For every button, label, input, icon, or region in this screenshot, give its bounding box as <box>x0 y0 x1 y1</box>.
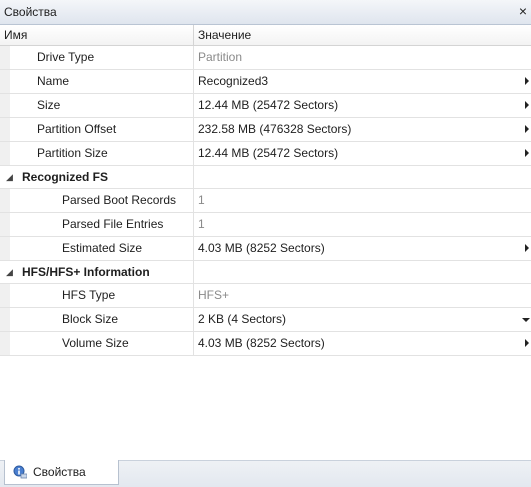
row-gutter <box>0 142 10 165</box>
row-gutter <box>0 118 10 141</box>
row-divider <box>193 118 194 141</box>
property-value[interactable]: 4.03 MB (8252 Sectors) <box>198 241 325 255</box>
property-row-drive-type[interactable]: Drive Type Partition <box>0 46 531 70</box>
dropdown-arrow-icon[interactable] <box>522 318 530 322</box>
row-divider <box>193 284 194 307</box>
bottom-tab-bar: Свойства <box>0 460 531 487</box>
property-row-partition-offset[interactable]: Partition Offset 232.58 MB (476328 Secto… <box>0 118 531 142</box>
property-row-block-size[interactable]: Block Size 2 KB (4 Sectors) <box>0 308 531 332</box>
row-gutter <box>0 308 10 331</box>
row-divider <box>193 237 194 260</box>
property-row-parsed-file-entries[interactable]: Parsed File Entries 1 <box>0 213 531 237</box>
expand-arrow-icon[interactable] <box>525 244 529 252</box>
property-name: Partition Offset <box>37 122 117 136</box>
row-gutter <box>0 70 10 93</box>
property-value: HFS+ <box>198 288 230 302</box>
property-row-parsed-boot-records[interactable]: Parsed Boot Records 1 <box>0 189 531 213</box>
property-value: 1 <box>198 217 205 231</box>
property-name: Parsed File Entries <box>62 217 164 231</box>
property-name: Drive Type <box>37 50 95 64</box>
property-row-name[interactable]: Name Recognized3 <box>0 70 531 94</box>
column-header: Имя Значение <box>0 25 531 46</box>
category-title: Recognized FS <box>22 170 109 184</box>
property-name: Partition Size <box>37 146 108 160</box>
property-name: Estimated Size <box>62 241 143 255</box>
close-icon[interactable]: × <box>515 2 531 20</box>
category-title: HFS/HFS+ Information <box>22 265 150 279</box>
property-value[interactable]: 4.03 MB (8252 Sectors) <box>198 336 325 350</box>
row-gutter <box>0 332 10 355</box>
row-divider <box>193 308 194 331</box>
property-grid: Имя Значение Drive Type Partition Name R… <box>0 25 531 356</box>
properties-icon <box>13 465 28 479</box>
row-divider <box>193 189 194 212</box>
expand-arrow-icon[interactable] <box>525 77 529 85</box>
row-divider <box>193 261 194 283</box>
property-value: Partition <box>198 50 243 64</box>
row-gutter <box>0 237 10 260</box>
property-name: Size <box>37 98 61 112</box>
property-value[interactable]: 12.44 MB (25472 Sectors) <box>198 98 338 112</box>
panel-header: Свойства × <box>0 0 531 25</box>
panel-title: Свойства <box>4 5 57 19</box>
expand-arrow-icon[interactable] <box>525 101 529 109</box>
property-row-hfs-type[interactable]: HFS Type HFS+ <box>0 284 531 308</box>
row-divider <box>193 166 194 188</box>
property-name: Name <box>37 74 70 88</box>
row-gutter <box>0 213 10 236</box>
property-row-partition-size[interactable]: Partition Size 12.44 MB (25472 Sectors) <box>0 142 531 166</box>
property-row-size[interactable]: Size 12.44 MB (25472 Sectors) <box>0 94 531 118</box>
property-name: Parsed Boot Records <box>62 193 177 207</box>
column-divider[interactable] <box>193 25 194 45</box>
property-row-volume-size[interactable]: Volume Size 4.03 MB (8252 Sectors) <box>0 332 531 356</box>
row-divider <box>193 94 194 117</box>
tab-label: Свойства <box>33 465 86 479</box>
category-recognized-fs[interactable]: ◢ Recognized FS <box>0 166 531 189</box>
row-gutter <box>0 284 10 307</box>
property-value[interactable]: Recognized3 <box>198 74 268 88</box>
property-value: 1 <box>198 193 205 207</box>
property-value[interactable]: 2 KB (4 Sectors) <box>198 312 286 326</box>
row-divider <box>193 46 194 69</box>
row-gutter <box>0 46 10 69</box>
property-name: Volume Size <box>62 336 129 350</box>
row-divider <box>193 332 194 355</box>
expand-arrow-icon[interactable] <box>525 339 529 347</box>
row-gutter <box>0 94 10 117</box>
expand-arrow-icon[interactable] <box>525 149 529 157</box>
column-name-header[interactable]: Имя <box>4 28 27 42</box>
category-hfs-information[interactable]: ◢ HFS/HFS+ Information <box>0 261 531 284</box>
property-row-estimated-size[interactable]: Estimated Size 4.03 MB (8252 Sectors) <box>0 237 531 261</box>
tab-properties[interactable]: Свойства <box>4 460 119 485</box>
row-divider <box>193 70 194 93</box>
expand-arrow-icon[interactable] <box>525 125 529 133</box>
property-name: Block Size <box>62 312 119 326</box>
column-value-header[interactable]: Значение <box>198 28 251 42</box>
property-name: HFS Type <box>62 288 116 302</box>
collapse-triangle-icon[interactable]: ◢ <box>6 172 13 183</box>
property-value[interactable]: 12.44 MB (25472 Sectors) <box>198 146 338 160</box>
row-divider <box>193 142 194 165</box>
collapse-triangle-icon[interactable]: ◢ <box>6 267 13 278</box>
row-gutter <box>0 189 10 212</box>
row-divider <box>193 213 194 236</box>
property-value[interactable]: 232.58 MB (476328 Sectors) <box>198 122 351 136</box>
